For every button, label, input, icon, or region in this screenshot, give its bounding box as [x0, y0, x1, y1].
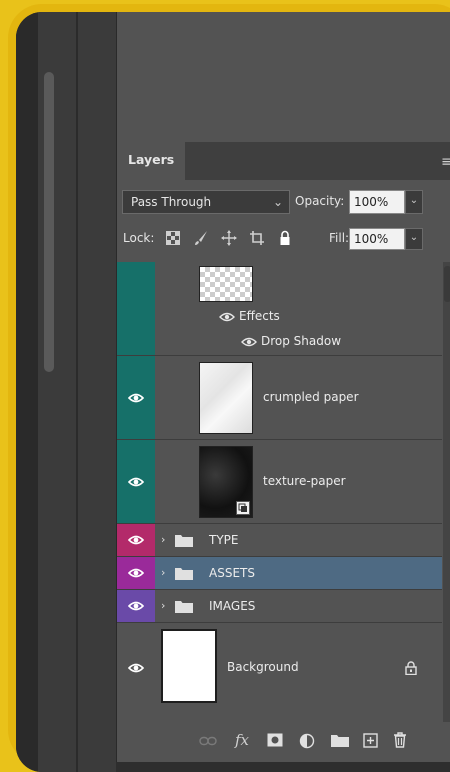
layer-row-crumpled-paper[interactable]: crumpled paper	[117, 356, 442, 440]
eye-icon	[128, 393, 144, 402]
fill-dropdown-button[interactable]: ⌄	[405, 228, 423, 250]
panel-tabbar: Layers ≡	[117, 142, 450, 180]
smart-object-badge-icon	[236, 501, 250, 515]
layer-name: ASSETS	[209, 566, 255, 580]
delete-layer-trash-icon[interactable]	[393, 732, 407, 748]
layers-list: Effects Drop Shadow crumpled paper textu…	[117, 262, 442, 722]
lock-icon	[405, 661, 417, 675]
fill-input[interactable]: 100%	[349, 228, 405, 250]
effects-visibility-eye-icon[interactable]	[219, 312, 235, 322]
lock-label: Lock:	[123, 231, 155, 245]
layer-group-type[interactable]: › TYPE	[117, 524, 442, 557]
layer-thumbnail	[161, 629, 217, 703]
blend-mode-select[interactable]: Pass Through ⌄	[122, 190, 290, 214]
eye-icon	[128, 477, 144, 486]
screen: Layers ≡ Pass Through ⌄ Opacity: 100% ⌄ …	[16, 12, 450, 772]
scrollbar-thumb[interactable]	[444, 266, 450, 302]
layer-thumbnail	[199, 446, 253, 518]
drop-shadow-visibility-eye-icon[interactable]	[241, 337, 257, 347]
visibility-toggle[interactable]	[117, 623, 155, 713]
visibility-toggle[interactable]	[117, 262, 155, 355]
eye-icon	[128, 601, 144, 611]
visibility-toggle[interactable]	[117, 590, 155, 622]
left-scrollbar[interactable]	[44, 72, 54, 372]
folder-icon	[175, 601, 193, 613]
folder-icon	[175, 535, 193, 547]
column-divider	[76, 12, 78, 772]
fx-icon[interactable]: fx	[235, 731, 249, 749]
opacity-input[interactable]: 100%	[349, 190, 405, 214]
eye-icon	[128, 535, 144, 545]
layer-name: crumpled paper	[263, 390, 359, 404]
layer-name: Background	[227, 660, 299, 674]
new-group-folder-icon[interactable]	[331, 734, 349, 747]
chevron-down-icon: ⌄	[272, 195, 283, 209]
drop-shadow-label: Drop Shadow	[261, 334, 342, 348]
tab-layers[interactable]: Layers	[117, 142, 185, 180]
visibility-toggle[interactable]	[117, 440, 155, 523]
new-layer-icon[interactable]	[363, 733, 378, 748]
add-mask-icon[interactable]	[267, 733, 283, 747]
layer-row-texture-paper[interactable]: texture-paper	[117, 440, 442, 524]
lock-fill-row: Lock: Fill: 100% ⌄	[117, 228, 450, 250]
adjustment-layer-icon[interactable]	[299, 733, 315, 749]
layer-name: IMAGES	[209, 599, 256, 613]
layer-group-assets[interactable]: › ASSETS	[117, 557, 442, 590]
layer-group-images[interactable]: › IMAGES	[117, 590, 442, 623]
eye-icon	[128, 568, 144, 578]
expand-chevron-icon[interactable]: ›	[161, 599, 165, 612]
blend-opacity-row: Pass Through ⌄ Opacity: 100% ⌄	[117, 190, 450, 214]
opacity-label: Opacity:	[295, 194, 345, 208]
layer-thumbnail	[199, 362, 253, 434]
layer-name: TYPE	[209, 533, 239, 547]
effects-label: Effects	[239, 309, 280, 323]
lock-artboard-crop-icon[interactable]	[249, 230, 265, 246]
layer-thumbnail	[199, 266, 253, 302]
lock-image-pixels-brush-icon[interactable]	[193, 230, 209, 246]
folder-icon	[175, 568, 193, 580]
link-layers-icon[interactable]	[199, 736, 217, 746]
blend-mode-value: Pass Through	[131, 195, 212, 209]
layers-bottom-toolbar: fx	[117, 722, 450, 762]
upper-panel	[116, 12, 450, 142]
visibility-toggle[interactable]	[117, 524, 155, 556]
panel-menu-icon[interactable]: ≡	[441, 154, 450, 170]
layer-row-background[interactable]: Background	[117, 623, 442, 713]
lock-transparent-pixels-icon[interactable]	[165, 230, 181, 246]
lock-all-icon[interactable]	[277, 230, 293, 246]
eye-icon	[128, 663, 144, 673]
expand-chevron-icon[interactable]: ›	[161, 533, 165, 546]
left-edge	[16, 12, 38, 772]
layer-row[interactable]: Effects Drop Shadow	[117, 262, 442, 356]
opacity-dropdown-button[interactable]: ⌄	[405, 190, 423, 214]
lock-position-move-icon[interactable]	[221, 230, 237, 246]
layers-scrollbar[interactable]	[443, 262, 450, 722]
visibility-toggle[interactable]	[117, 557, 155, 589]
visibility-toggle[interactable]	[117, 356, 155, 439]
layers-panel: Layers ≡ Pass Through ⌄ Opacity: 100% ⌄ …	[116, 142, 450, 762]
expand-chevron-icon[interactable]: ›	[161, 566, 165, 579]
fill-label: Fill:	[329, 231, 350, 245]
layer-name: texture-paper	[263, 474, 346, 488]
